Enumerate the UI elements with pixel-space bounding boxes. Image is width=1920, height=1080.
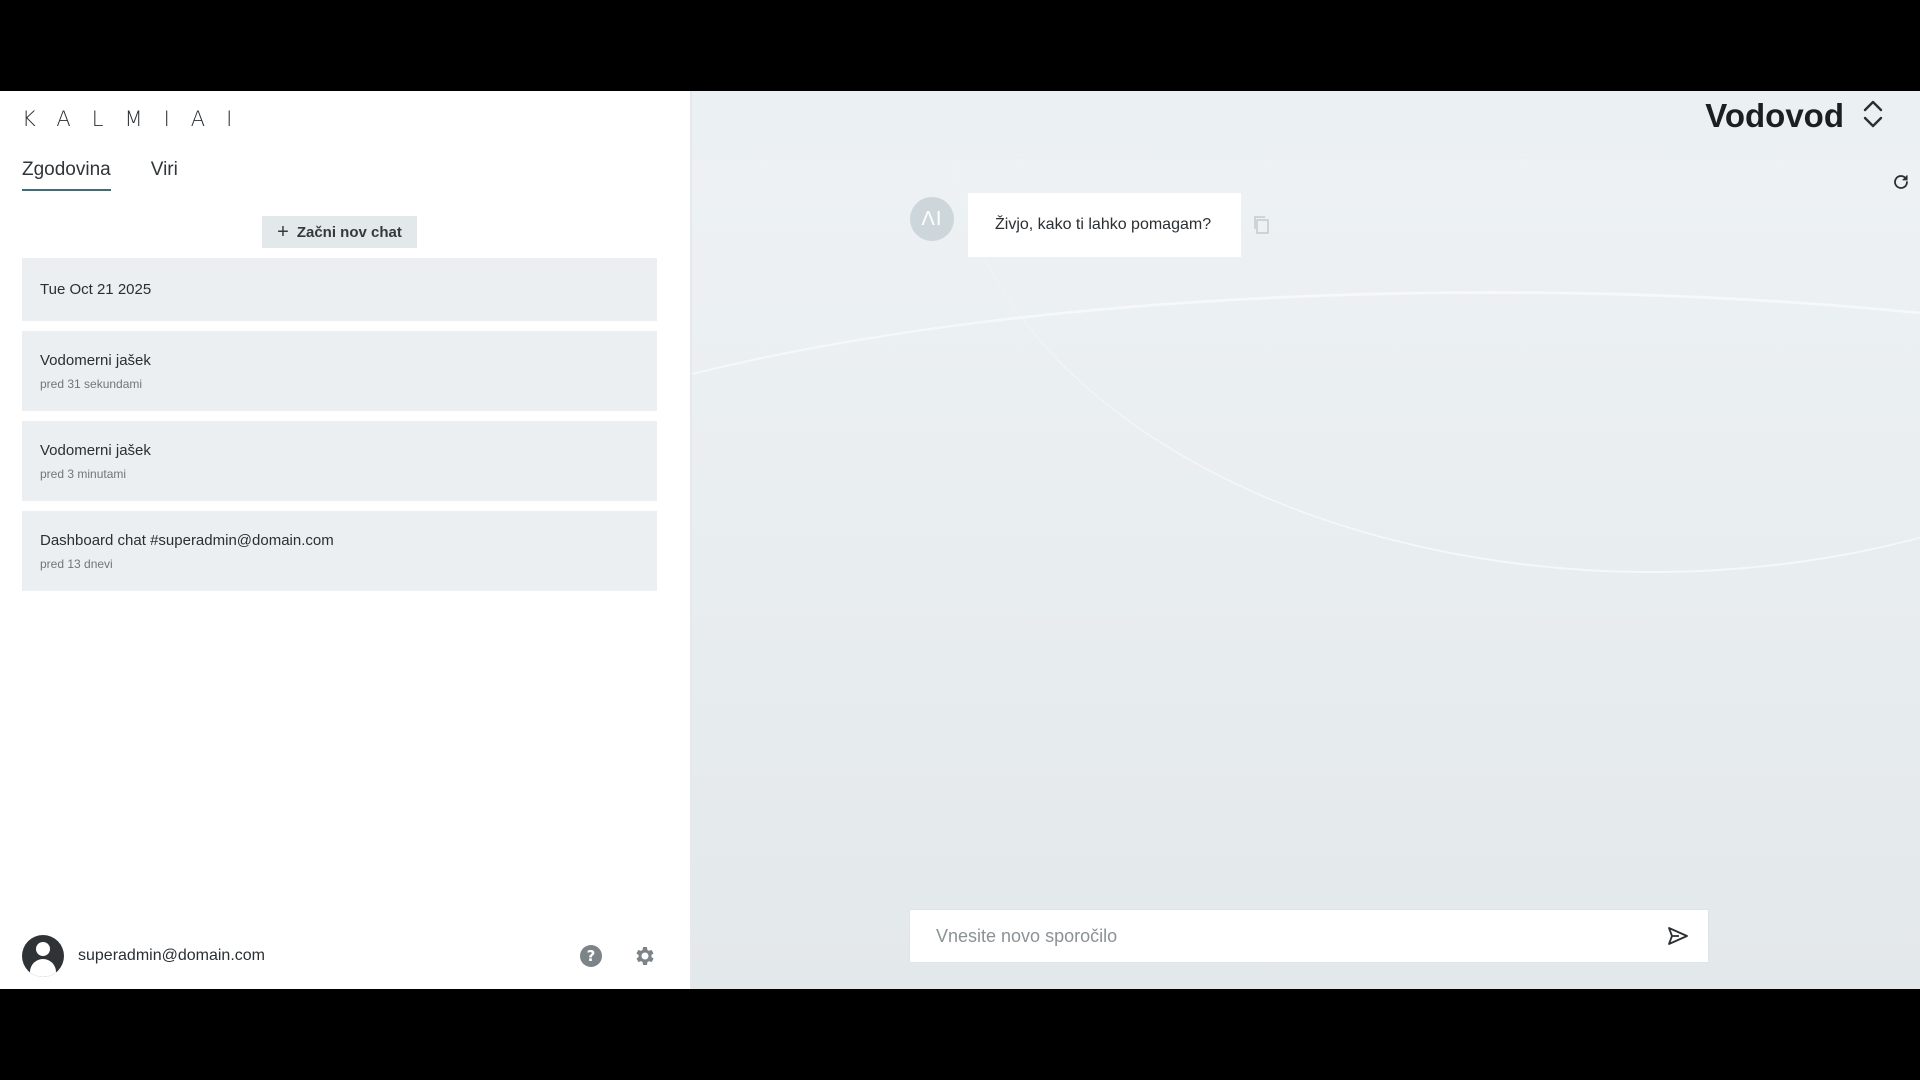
plus-icon: + — [277, 221, 289, 243]
refresh-icon[interactable] — [1892, 173, 1910, 196]
chat-timestamp: pred 13 dnevi — [40, 556, 113, 571]
send-icon[interactable] — [1648, 910, 1708, 962]
kalmiai-logo: KALMIAI — [22, 107, 254, 131]
message-composer — [909, 909, 1709, 963]
list-item[interactable]: Vodomerni jašek pred 3 minutami — [22, 421, 657, 501]
message-input[interactable] — [910, 909, 1648, 963]
user-email: superadmin@domain.com — [78, 947, 265, 964]
copy-icon[interactable] — [1251, 215, 1271, 240]
sidebar: KALMIAI Zgodovina Viri + Začni nov chat … — [0, 91, 692, 989]
message-row: ΛI Živjo, kako ti lahko pomagam? — [910, 193, 1271, 257]
chat-date-group[interactable]: Tue Oct 21 2025 — [22, 258, 657, 321]
workspace-name: Vodovod — [1705, 97, 1844, 134]
sidebar-tabs: Zgodovina Viri — [22, 159, 178, 191]
chat-title: Dashboard chat #superadmin@domain.com — [40, 531, 334, 549]
tab-zgodovina[interactable]: Zgodovina — [22, 159, 111, 191]
user-bar: superadmin@domain.com ? — [22, 934, 657, 978]
svg-text:?: ? — [587, 947, 596, 965]
gear-icon[interactable] — [633, 944, 657, 968]
chat-title: Vodomerni jašek — [40, 441, 151, 459]
chat-main: Vodovod ΛI Živjo, kako ti lahko pomagam? — [692, 91, 1920, 989]
chat-timestamp: pred 31 sekundami — [40, 376, 143, 391]
chevron-up-down-icon — [1862, 99, 1884, 134]
message-bubble: Živjo, kako ti lahko pomagam? — [968, 193, 1242, 257]
message-text: Živjo, kako ti lahko pomagam? — [995, 216, 1212, 233]
chat-header: Vodovod — [692, 91, 1920, 159]
ai-avatar: ΛI — [910, 197, 954, 241]
help-icon[interactable]: ? — [579, 944, 603, 968]
chat-date-label: Tue Oct 21 2025 — [40, 281, 152, 298]
list-item[interactable]: Vodomerni jašek pred 31 sekundami — [22, 331, 657, 411]
avatar[interactable] — [22, 935, 64, 977]
app-window: KALMIAI Zgodovina Viri + Začni nov chat … — [0, 91, 1920, 989]
list-item[interactable]: Dashboard chat #superadmin@domain.com pr… — [22, 511, 657, 591]
new-chat-button[interactable]: + Začni nov chat — [262, 216, 417, 248]
new-chat-label: Začni nov chat — [296, 223, 402, 241]
chat-timestamp: pred 3 minutami — [40, 466, 127, 481]
workspace-selector[interactable]: Vodovod — [1705, 97, 1884, 135]
tab-viri[interactable]: Viri — [151, 159, 178, 191]
chat-title: Vodomerni jašek — [40, 351, 151, 369]
chat-history-list: Tue Oct 21 2025 Vodomerni jašek pred 31 … — [22, 258, 657, 601]
